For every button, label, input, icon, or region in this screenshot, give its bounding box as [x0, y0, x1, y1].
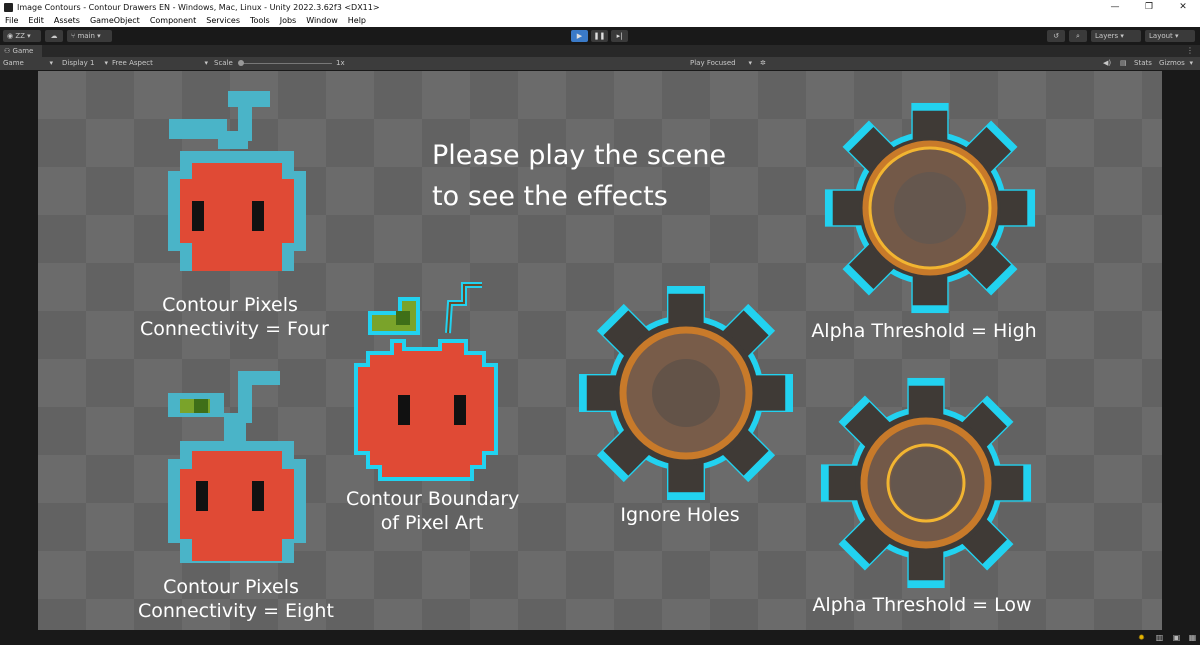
history-button[interactable]: ↺	[1047, 30, 1065, 42]
menu-file[interactable]: File	[0, 14, 23, 27]
aspect-dropdown[interactable]: Free Aspect ▾	[112, 57, 208, 70]
gear-alpha-low	[820, 377, 1032, 589]
menu-tools[interactable]: Tools	[245, 14, 275, 27]
speaker-icon[interactable]: ◀)	[1103, 57, 1111, 70]
menu-gameobject[interactable]: GameObject	[85, 14, 145, 27]
account-dropdown[interactable]: ◉ ZZ ▾	[3, 30, 41, 42]
menu-bar: File Edit Assets GameObject Component Se…	[0, 14, 1200, 27]
menu-help[interactable]: Help	[343, 14, 371, 27]
cloud-icon: ☁	[50, 32, 58, 40]
scale-slider[interactable]	[240, 63, 332, 64]
cloud-button[interactable]: ☁	[45, 30, 63, 42]
game-viewport[interactable]: Please play the scene to see the effects…	[38, 71, 1162, 630]
label-eight-line-1: Contour Pixels	[163, 576, 299, 598]
branch-dropdown[interactable]: ⑂ main ▾	[67, 30, 112, 42]
instruction-text: Please play the scene to see the effects	[432, 135, 726, 217]
gear-ignore-holes	[579, 286, 793, 500]
instruction-line-2: to see the effects	[432, 181, 668, 212]
game-mode-dropdown[interactable]: Game ▾	[3, 57, 55, 70]
scale-label: Scale	[214, 59, 233, 67]
game-view-toolbar: Game ▾ Display 1 ▾ Free Aspect ▾ Scale 1x P…	[0, 57, 1200, 70]
minimize-icon[interactable]: —	[1098, 0, 1132, 14]
step-button[interactable]: ▸|	[611, 30, 628, 42]
notifications-icon[interactable]: ▦	[1188, 633, 1197, 642]
panel-menu-icon[interactable]: ⋮	[1186, 45, 1194, 57]
label-boundary-line-2: of Pixel Art	[380, 512, 484, 534]
label-four-line-2: Connectivity = Four	[140, 318, 329, 340]
menu-assets[interactable]: Assets	[49, 14, 85, 27]
close-icon[interactable]: ✕	[1166, 0, 1200, 14]
unity-logo-icon	[4, 2, 13, 12]
layers-dropdown[interactable]: Layers ▾	[1091, 30, 1141, 42]
pause-button[interactable]: ❚❚	[591, 30, 608, 42]
menu-edit[interactable]: Edit	[23, 14, 49, 27]
label-four-line-1: Contour Pixels	[162, 294, 298, 316]
main-toolbar: ◉ ZZ ▾ ☁ ⑂ main ▾ ▶ ❚❚ ▸| ↺ ⌕ Layers ▾ L…	[0, 27, 1200, 45]
label-contour-boundary: Contour Boundary of Pixel Art	[346, 487, 520, 535]
menu-services[interactable]: Services	[201, 14, 245, 27]
label-connectivity-four: Contour Pixels Connectivity = Four	[140, 293, 329, 341]
apple-four-connectivity	[168, 91, 306, 271]
display-dropdown[interactable]: Display 1 ▾	[62, 57, 108, 70]
label-eight-line-2: Connectivity = Eight	[138, 600, 334, 622]
play-icon: ▶	[576, 32, 583, 40]
pause-icon: ❚❚	[593, 32, 606, 40]
instruction-line-1: Please play the scene	[432, 140, 727, 171]
cache-icon[interactable]: ▥	[1155, 633, 1164, 642]
stats-button[interactable]: Stats	[1134, 57, 1152, 70]
window-title: Image Contours - Contour Drawers EN - Wi…	[17, 2, 380, 12]
keyboard-icon[interactable]: ▤	[1120, 57, 1127, 70]
menu-window[interactable]: Window	[301, 14, 343, 27]
label-connectivity-eight: Contour Pixels Connectivity = Eight	[138, 575, 334, 623]
maximize-icon[interactable]: ❐	[1132, 0, 1166, 14]
label-alpha-high: Alpha Threshold = High	[811, 320, 1037, 342]
label-ignore-holes: Ignore Holes	[620, 504, 740, 526]
collab-icon[interactable]: ▣	[1172, 633, 1181, 642]
search-button[interactable]: ⌕	[1069, 30, 1087, 42]
menu-jobs[interactable]: Jobs	[275, 14, 302, 27]
layout-dropdown[interactable]: Layout ▾	[1145, 30, 1195, 42]
gizmos-dropdown[interactable]: Gizmos ▾	[1159, 57, 1193, 70]
label-boundary-line-1: Contour Boundary	[346, 488, 520, 510]
play-button[interactable]: ▶	[571, 30, 588, 42]
bug-icon[interactable]: ✲	[760, 57, 766, 70]
search-icon: ⌕	[1076, 32, 1080, 40]
gamepad-icon: ⚇	[4, 47, 13, 55]
label-alpha-low: Alpha Threshold = Low	[812, 594, 1032, 616]
gear-alpha-high	[824, 102, 1036, 314]
scale-value: 1x	[336, 59, 345, 67]
scale-slider-handle[interactable]	[238, 60, 244, 66]
tab-game[interactable]: ⚇ Game	[0, 45, 42, 57]
status-bar: ✹ ▥ ▣ ▦	[0, 630, 1200, 645]
menu-component[interactable]: Component	[145, 14, 201, 27]
window-title-bar: Image Contours - Contour Drawers EN - Wi…	[0, 0, 1200, 14]
apple-eight-connectivity	[168, 371, 306, 563]
play-focused-dropdown[interactable]: Play Focused ▾	[690, 57, 752, 70]
apple-contour-boundary	[354, 282, 498, 481]
lighting-icon[interactable]: ✹	[1137, 633, 1146, 642]
panel-tab-row: ⚇ Game ⋮	[0, 45, 1200, 57]
step-icon: ▸|	[616, 32, 623, 40]
history-icon: ↺	[1053, 32, 1059, 40]
